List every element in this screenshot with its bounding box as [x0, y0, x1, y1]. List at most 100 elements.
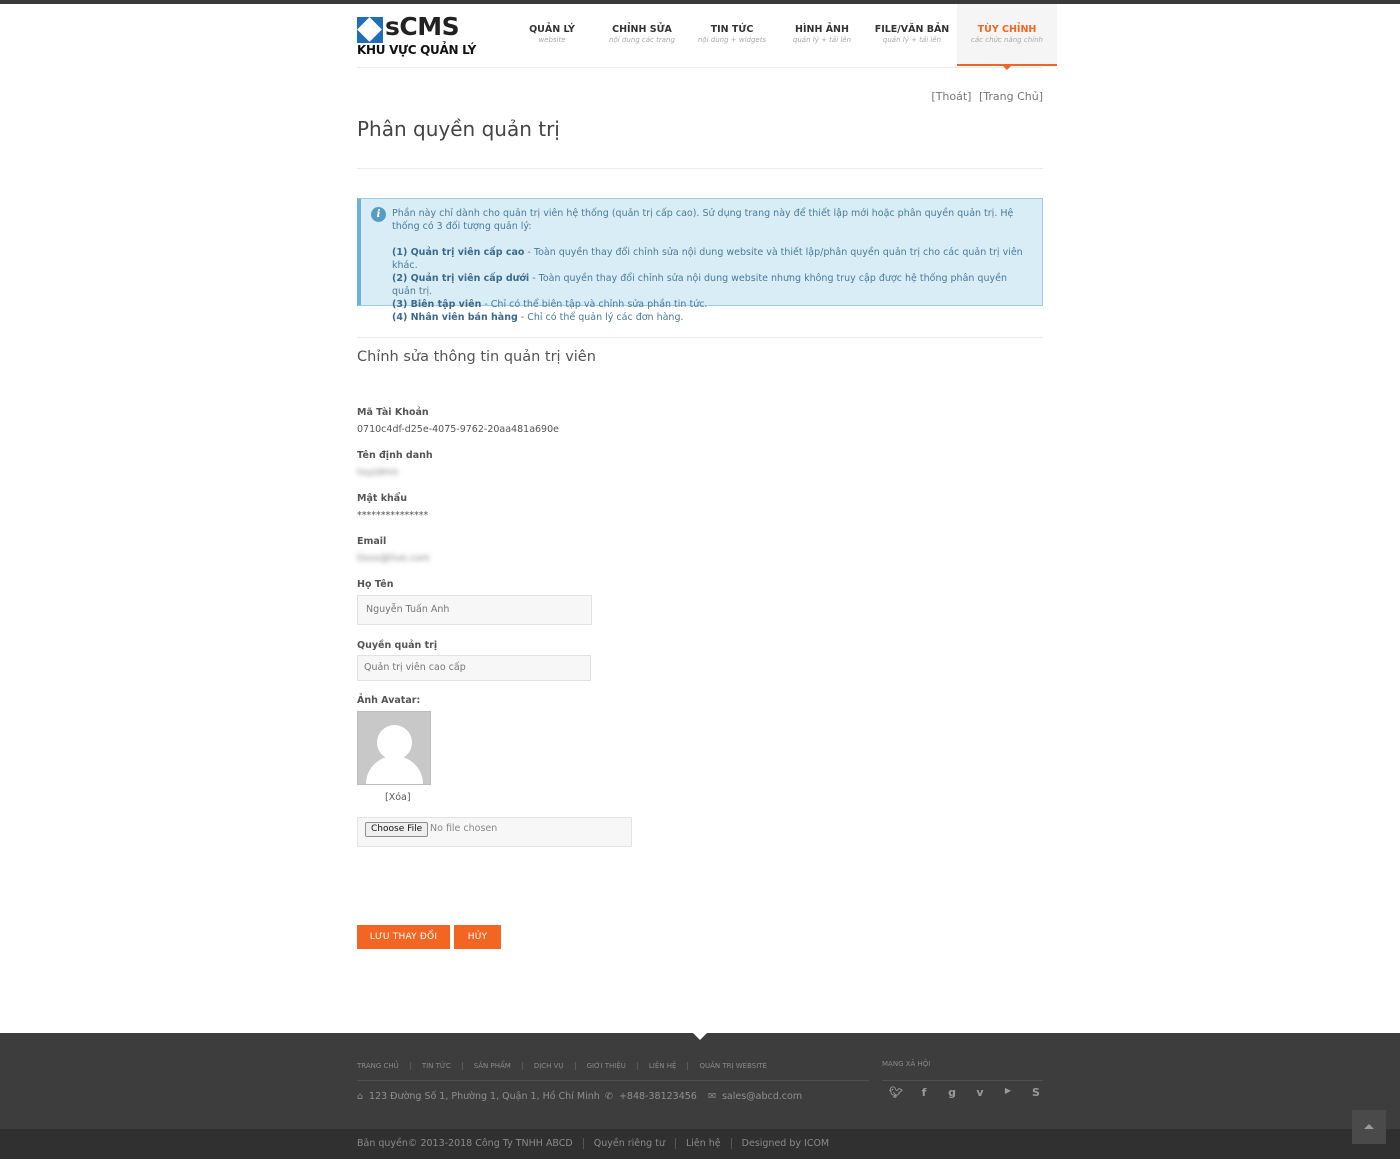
footer-link[interactable]: SẢN PHẨM	[461, 1062, 522, 1070]
file-status: No file chosen	[430, 823, 498, 834]
avatar	[357, 711, 431, 785]
divider	[357, 168, 1043, 169]
choose-file-button[interactable]: Choose File	[365, 822, 429, 837]
footer-link[interactable]: QUẢN TRỊ WEBSITE	[687, 1062, 778, 1070]
avatar-body	[366, 756, 423, 784]
role-name: (1) Quản trị viên cấp cao	[392, 247, 525, 258]
footer-link[interactable]: GIỚI THIỆU	[574, 1062, 637, 1070]
header: sCMS KHU VỰC QUẢN LÝ QUẢN LÝ website CHỈ…	[357, 4, 1057, 70]
nav-item-tin-tuc[interactable]: TIN TỨC nội dung + widgets	[687, 4, 777, 66]
vimeo-icon[interactable]: v	[966, 1086, 994, 1102]
password-label: Mật khẩu	[357, 493, 407, 504]
cancel-button[interactable]: HỦY	[454, 925, 501, 949]
logo-icon	[357, 17, 383, 43]
alert-role: (3) Biên tập viên - Chỉ có thể biên tập …	[392, 298, 1030, 311]
role-desc: - Chỉ có thể biên tập và chỉnh sửa phần …	[481, 299, 708, 310]
phone-text: +848-38123456	[618, 1091, 697, 1102]
social-title: MẠNG XÃ HỘI	[882, 1060, 931, 1068]
main-nav: QUẢN LÝ website CHỈNH SỬA nội dung các t…	[507, 4, 1057, 70]
role-desc: - Chỉ có thể quản lý các đơn hàng.	[517, 312, 684, 323]
copyright-bar: Bản quyền© 2013-2018 Công Ty TNHH ABCD Q…	[357, 1138, 839, 1149]
footer-email[interactable]: ✉ sales@abcd.com	[708, 1091, 802, 1102]
email-label: Email	[357, 536, 387, 547]
nav-sublabel: quản lý + tải lên	[792, 36, 852, 44]
logo-subtitle: KHU VỰC QUẢN LÝ	[357, 43, 476, 57]
bottom-bar: Bản quyền© 2013-2018 Công Ty TNHH ABCD Q…	[0, 1129, 1400, 1159]
fullname-input[interactable]: Nguyễn Tuấn Anh	[357, 595, 592, 625]
footer: TRANG CHỦ TIN TỨC SẢN PHẨM DỊCH VỤ GIỚI …	[0, 1033, 1400, 1129]
nav-sublabel: các chức năng chính	[971, 36, 1043, 44]
logo-text: sCMS	[385, 12, 460, 41]
avatar-delete-link[interactable]: [Xóa]	[385, 792, 411, 803]
username-value: txyzdmn	[357, 467, 399, 478]
username-label: Tên định danh	[357, 450, 433, 461]
nav-label: FILE/VĂN BẢN	[874, 24, 950, 35]
nav-item-tuy-chinh[interactable]: TÙY CHỈNH các chức năng chính	[957, 4, 1057, 70]
fullname-label: Họ Tên	[357, 579, 394, 590]
footer-link[interactable]: TIN TỨC	[409, 1062, 462, 1070]
nav-item-chinh-sua[interactable]: CHỈNH SỬA nội dung các trang	[597, 4, 687, 66]
save-button[interactable]: LƯU THAY ĐỔI	[357, 925, 450, 949]
avatar-label: Ảnh Avatar:	[357, 695, 421, 706]
email-text: sales@abcd.com	[721, 1091, 803, 1102]
logo[interactable]: sCMS KHU VỰC QUẢN LÝ	[357, 12, 476, 60]
nav-sublabel: website	[538, 36, 566, 44]
nav-label: HÌNH ẢNH	[795, 24, 849, 35]
password-value: ***************	[357, 510, 429, 521]
nav-label: QUẢN LÝ	[529, 24, 575, 35]
footer-phone: ✆ +848-38123456	[605, 1091, 697, 1102]
nav-item-quan-ly[interactable]: QUẢN LÝ website	[507, 4, 597, 66]
twitter-icon[interactable]: 🐦︎	[882, 1086, 910, 1102]
info-alert: i Phần này chỉ dành cho quản trị viên hệ…	[357, 198, 1043, 323]
page-title: Phân quyền quản trị	[357, 117, 560, 141]
footer-link[interactable]: TRANG CHỦ	[357, 1062, 410, 1070]
nav-item-hinh-anh[interactable]: HÌNH ẢNH quản lý + tải lên	[777, 4, 867, 66]
home-link[interactable]: [Trang Chủ]	[979, 90, 1043, 103]
copyright-text: Bản quyền© 2013-2018 Công Ty TNHH ABCD	[357, 1138, 573, 1149]
facebook-icon[interactable]: f	[910, 1086, 938, 1102]
social-divider	[882, 1080, 1043, 1081]
alert-role: (2) Quản trị viên cấp dưới - Toàn quyền …	[392, 272, 1030, 298]
google-plus-icon[interactable]: g	[938, 1086, 966, 1102]
alert-role: (4) Nhân viên bán hàng - Chỉ có thể quản…	[392, 311, 1030, 324]
divider	[357, 337, 1043, 338]
section-title: Chỉnh sửa thông tin quản trị viên	[357, 349, 596, 365]
footer-links: TRANG CHỦ TIN TỨC SẢN PHẨM DỊCH VỤ GIỚI …	[357, 1062, 778, 1070]
role-name: (2) Quản trị viên cấp dưới	[392, 273, 530, 284]
footer-link[interactable]: DỊCH VỤ	[521, 1062, 575, 1070]
file-upload: Choose File No file chosen	[357, 817, 632, 847]
nav-sublabel: nội dung + widgets	[697, 36, 767, 44]
account-id-label: Mã Tài Khoản	[357, 407, 429, 418]
top-links: [Thoát] [Trang Chủ]	[927, 90, 1043, 103]
alert-role: (1) Quản trị viên cấp cao - Toàn quyền t…	[392, 246, 1030, 272]
account-id-value: 0710c4df-d25e-4075-9762-20aa481a690e	[357, 424, 559, 435]
email-value: tlxxx@live.com	[357, 553, 430, 564]
nav-item-file-van-ban[interactable]: FILE/VĂN BẢN quản lý + tải lên	[867, 4, 957, 66]
address-text: 123 Đường Số 1, Phường 1, Quận 1, Hồ Chí…	[369, 1091, 600, 1102]
avatar-head	[377, 725, 412, 760]
info-icon: i	[371, 207, 386, 222]
privacy-link[interactable]: Quyền riêng tư	[582, 1138, 675, 1149]
designed-by-link[interactable]: Designed by ICOM	[730, 1138, 839, 1149]
footer-divider	[357, 1080, 869, 1081]
footer-link[interactable]: LIÊN HỆ	[636, 1062, 688, 1070]
role-name: (4) Nhân viên bán hàng	[392, 312, 518, 323]
skype-icon[interactable]: S	[1022, 1086, 1050, 1102]
phone-icon: ✆	[605, 1091, 613, 1102]
nav-sublabel: quản lý + tải lên	[882, 36, 942, 44]
alert-intro: Phần này chỉ dành cho quản trị viên hệ t…	[392, 208, 1014, 232]
nav-label: TÙY CHỈNH	[977, 24, 1037, 35]
social-icons: 🐦︎ f g v ▶ S	[882, 1086, 1050, 1102]
mail-icon: ✉	[708, 1091, 716, 1102]
back-to-top-icon[interactable]	[1352, 1110, 1386, 1144]
youtube-icon[interactable]: ▶	[994, 1086, 1022, 1102]
nav-label: TIN TỨC	[710, 24, 754, 35]
contact-link[interactable]: Liên hệ	[674, 1138, 731, 1149]
nav-sublabel: nội dung các trang	[609, 36, 675, 44]
home-icon: ⌂	[357, 1091, 364, 1102]
role-name: (3) Biên tập viên	[392, 299, 482, 310]
logout-link[interactable]: [Thoát]	[931, 90, 971, 103]
role-label: Quyền quản trị	[357, 640, 438, 651]
role-field[interactable]: Quản trị viên cao cấp	[357, 655, 591, 681]
nav-label: CHỈNH SỬA	[612, 24, 672, 35]
